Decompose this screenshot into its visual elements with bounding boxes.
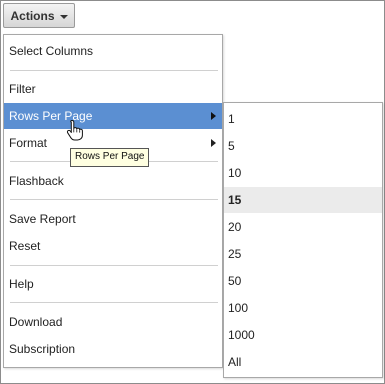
rows-option-label: All (228, 355, 242, 369)
menu-item-filter[interactable]: Filter (4, 76, 222, 102)
menu-item-reset[interactable]: Reset (4, 233, 222, 259)
menu-item-download[interactable]: Download (4, 309, 222, 335)
menu-item-rows-per-page[interactable]: Rows Per Page (4, 103, 222, 129)
menu-item-subscription[interactable]: Subscription (4, 336, 222, 362)
menu-item-help[interactable]: Help (4, 271, 222, 297)
submenu-arrow-icon (211, 112, 216, 120)
actions-button-label: Actions (10, 8, 55, 23)
rows-option-label: 100 (228, 301, 249, 315)
rows-option-label: 20 (228, 220, 242, 234)
rows-option-label: 50 (228, 274, 242, 288)
menu-divider (10, 70, 218, 71)
rows-option-label: 10 (228, 166, 242, 180)
rows-option-label: 1 (228, 112, 235, 126)
actions-menu: Select Columns Filter Rows Per Page Form… (3, 34, 223, 368)
rows-option-10[interactable]: 10 (224, 160, 382, 186)
menu-divider (10, 265, 218, 266)
rows-option-1000[interactable]: 1000 (224, 322, 382, 348)
rows-option-label: 25 (228, 247, 242, 261)
menu-item-label: Reset (9, 239, 41, 253)
rows-option-label: 1000 (228, 328, 255, 342)
submenu-arrow-icon (211, 139, 216, 147)
rows-option-15[interactable]: 15 (224, 187, 382, 213)
menu-item-label: Save Report (9, 212, 76, 226)
menu-item-save-report[interactable]: Save Report (4, 206, 222, 232)
hand-cursor-icon (66, 120, 83, 141)
caret-down-icon (59, 14, 68, 19)
rows-option-25[interactable]: 25 (224, 241, 382, 267)
menu-divider (10, 302, 218, 303)
rows-option-20[interactable]: 20 (224, 214, 382, 240)
rows-option-1[interactable]: 1 (224, 106, 382, 132)
tooltip: Rows Per Page (70, 148, 150, 167)
rows-option-5[interactable]: 5 (224, 133, 382, 159)
menu-item-label: Download (9, 315, 63, 329)
menu-item-label: Subscription (9, 342, 76, 356)
rows-per-page-submenu: 1 5 10 15 20 25 50 100 1000 All (223, 102, 383, 378)
rows-option-all[interactable]: All (224, 349, 382, 375)
menu-item-label: Filter (9, 82, 36, 96)
rows-option-label: 15 (228, 193, 242, 207)
menu-item-flashback[interactable]: Flashback (4, 168, 222, 194)
menu-item-label: Flashback (9, 174, 64, 188)
menu-divider (10, 199, 218, 200)
actions-button[interactable]: Actions (3, 3, 75, 28)
rows-option-100[interactable]: 100 (224, 295, 382, 321)
menu-item-select-columns[interactable]: Select Columns (4, 38, 222, 64)
rows-option-label: 5 (228, 139, 235, 153)
rows-option-50[interactable]: 50 (224, 268, 382, 294)
menu-item-label: Help (9, 277, 34, 291)
menu-item-label: Select Columns (9, 44, 94, 58)
menu-item-label: Format (9, 136, 48, 150)
